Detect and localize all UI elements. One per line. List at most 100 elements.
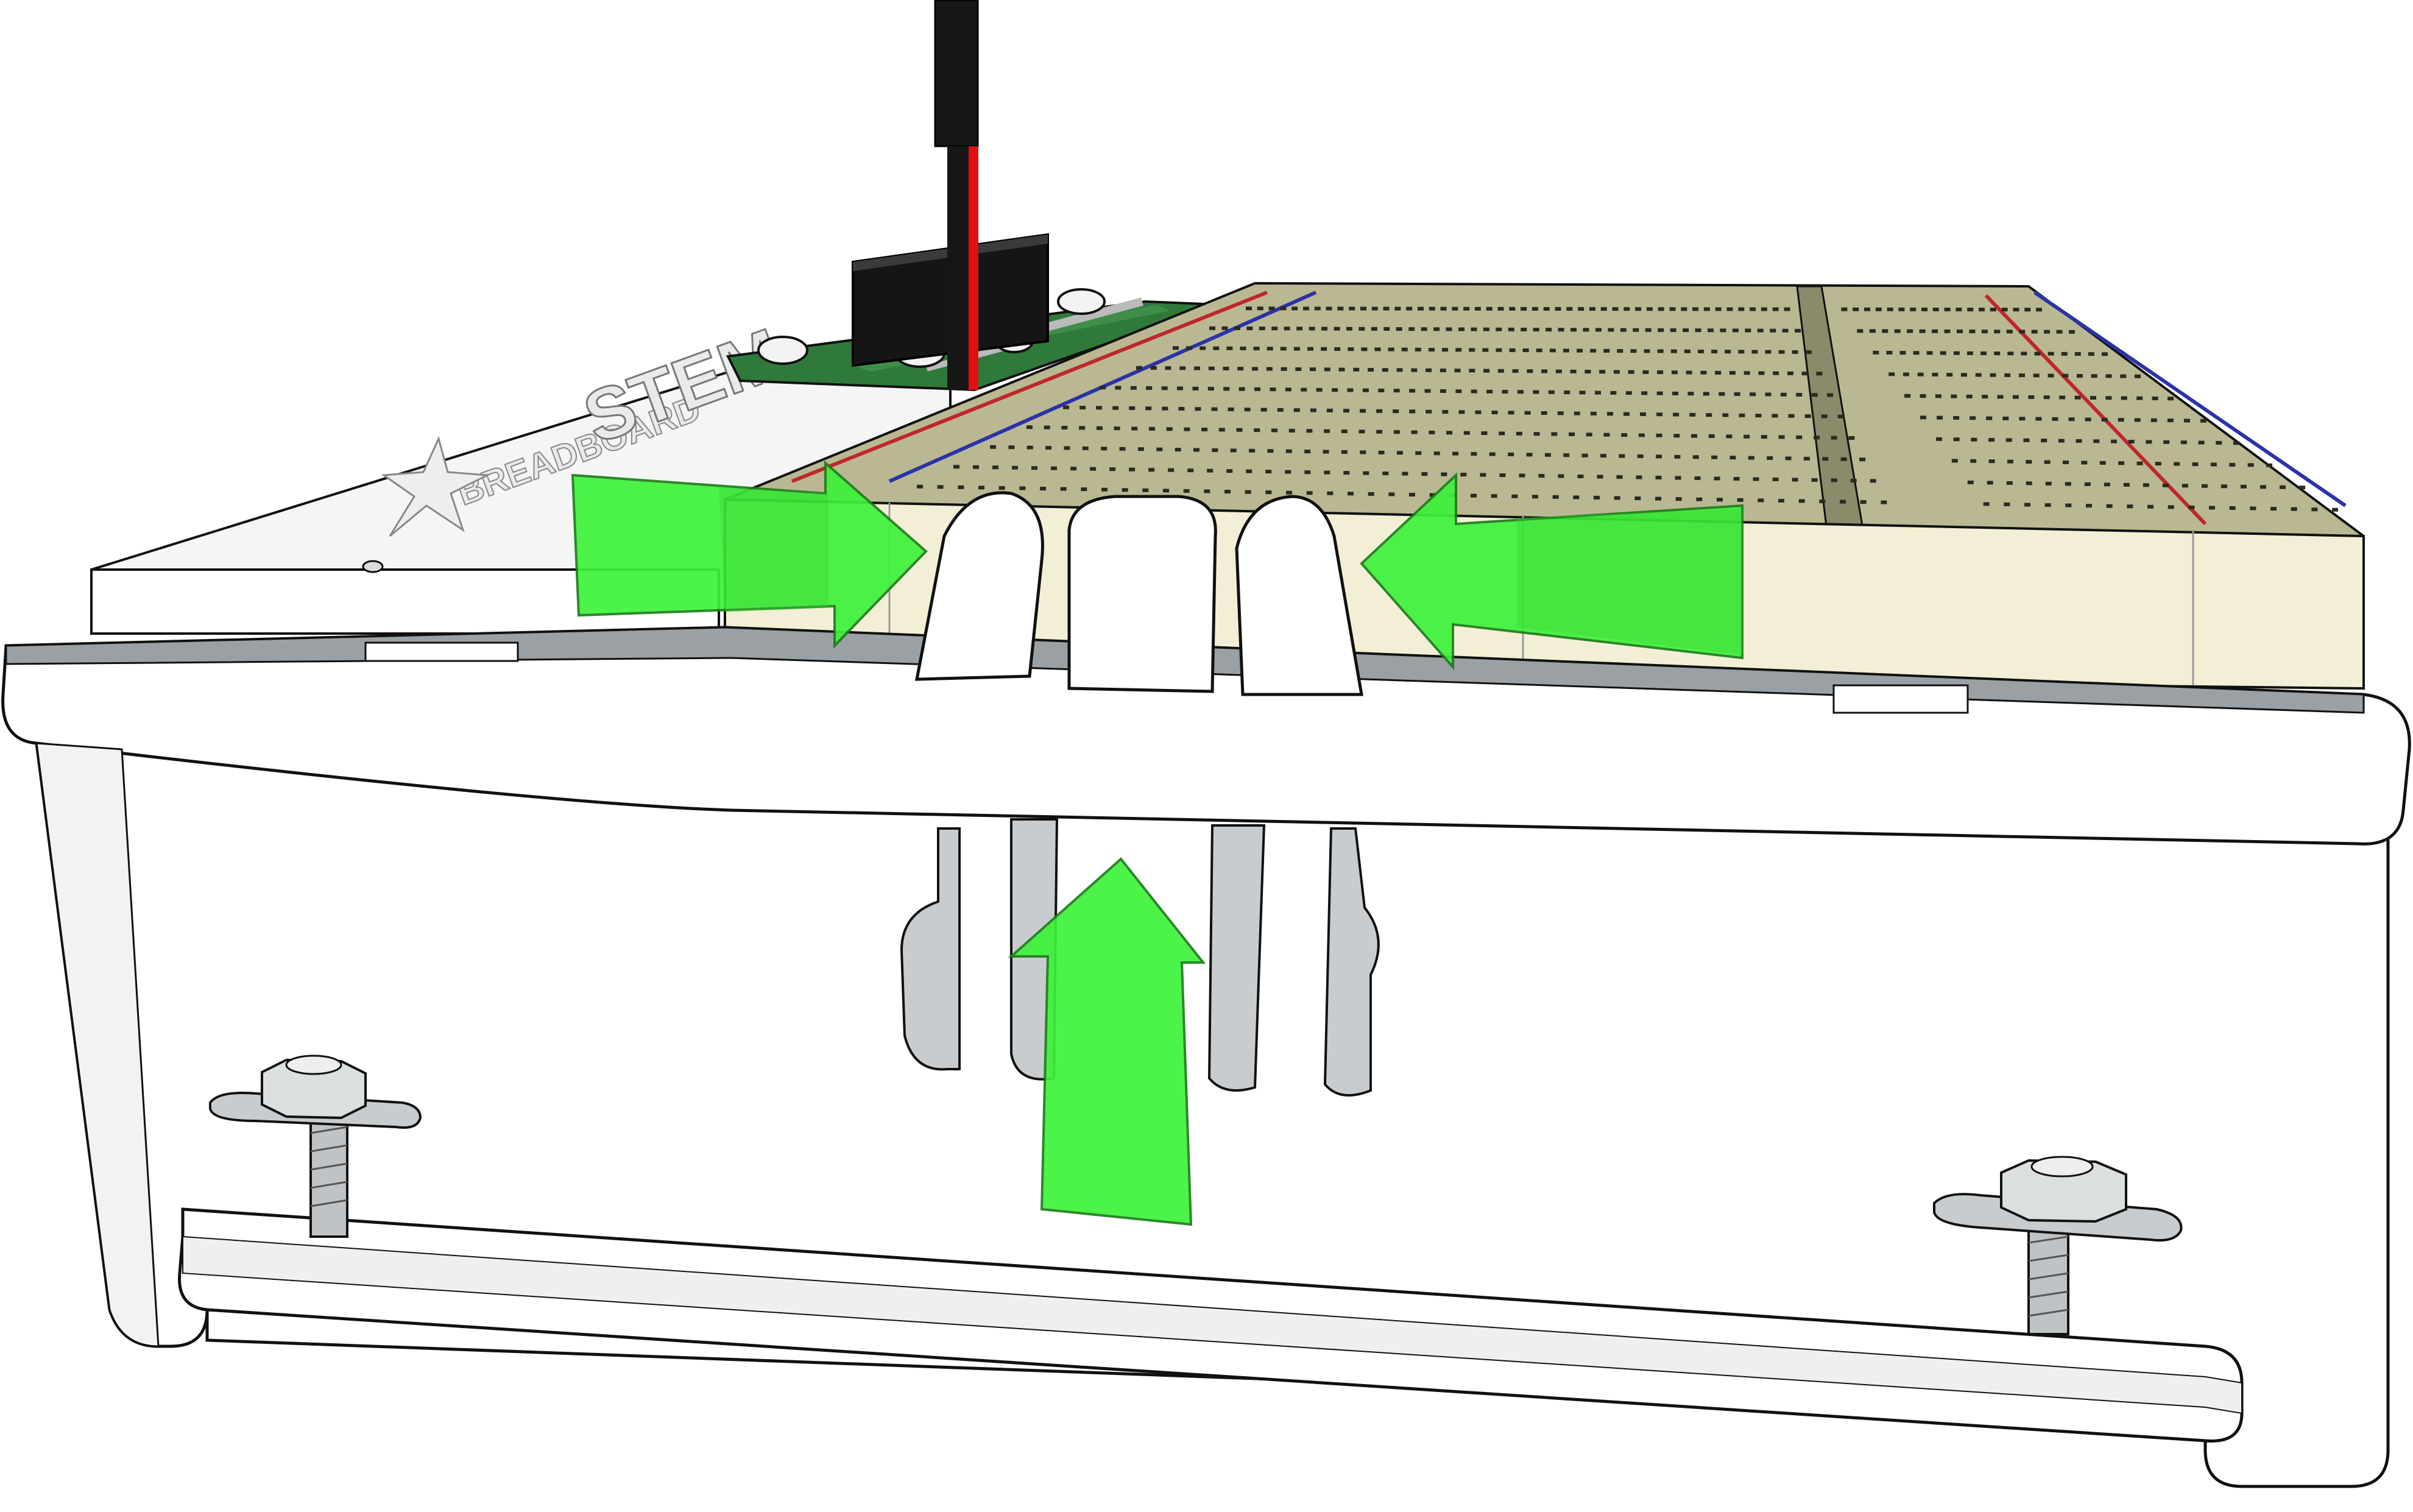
breadboard-hole [1714,476,1720,481]
breadboard-hole [1753,477,1759,481]
breadboard-hole [1236,428,1243,432]
breadboard-hole [1944,329,1951,333]
breadboard-hole [1237,367,1244,371]
breadboard-hole [1796,435,1803,439]
breadboard-hole [1917,372,1924,376]
breadboard-hole [1953,351,1960,355]
breadboard-hole [1343,471,1350,475]
breadboard-hole [1402,472,1408,476]
breadboard-hole [978,486,984,490]
breadboard-hole [1521,306,1527,311]
breadboard-hole [1778,435,1785,439]
breadboard-hole [1249,448,1256,453]
breadboard-hole [1341,450,1348,454]
breadboard-hole [1873,350,1879,355]
breadboard-hole [1296,327,1303,331]
breadboard-hole [2099,461,2106,465]
breadboard-hole [1499,431,1505,436]
breadboard-hole [2047,352,2054,356]
breadboard-hole [1393,389,1400,393]
breadboard-hole [1983,502,1990,506]
breadboard-hole [1875,307,1882,311]
breadboard-hole [1440,369,1446,373]
breadboard-hole [1986,416,1993,420]
breadboard-hole [2174,462,2180,466]
breadboard-hole [2059,395,2066,400]
breadboard-hole [1633,328,1639,332]
breadboard-hole [1881,500,1887,504]
breadboard-hole [1603,348,1610,353]
breadboard-hole [1177,386,1184,390]
breadboard-hole [1516,431,1522,436]
breadboard-hole [1497,306,1504,311]
breadboard-hole [1634,496,1641,501]
breadboard-hole [1610,390,1617,395]
breadboard-hole [1782,328,1789,333]
breadboard-hole [1178,406,1185,411]
breadboard-hole [1669,307,1676,311]
breadboard-hole [1635,307,1642,311]
breadboard-hole [1361,347,1368,352]
breadboard-hole [1150,366,1157,370]
breadboard-hole [1902,372,1909,376]
breadboard-hole [1772,414,1778,418]
breadboard-hole [1630,349,1637,353]
breadboard-hole [1429,430,1435,434]
breadboard-hole [1533,328,1539,332]
breadboard-hole [1406,306,1413,311]
breadboard-hole [1670,328,1676,332]
breadboard-hole [1675,476,1681,480]
breadboard-hole [1081,487,1087,492]
breadboard-hole [1341,429,1348,434]
breadboard-hole [1725,350,1731,354]
breadboard-hole [2044,460,2051,464]
breadboard-hole [2068,417,2075,422]
breadboard-hole [1527,369,1533,373]
breadboard-hole [1226,346,1233,350]
breadboard-hole [1926,351,1933,355]
breadboard-hole [1997,395,2004,399]
breadboard-hole [1606,412,1613,416]
breadboard-hole [2240,484,2247,489]
breadboard-hole [1577,348,1583,353]
breadboard-hole [1270,387,1276,392]
breadboard-hole [1442,410,1449,414]
breadboard-hole [1348,347,1354,352]
breadboard-hole [2065,482,2071,486]
breadboard-hole [2118,418,2124,422]
breadboard-hole [1244,408,1251,412]
breadboard-hole [2086,504,2092,508]
breadboard-hole [1496,327,1502,331]
breadboard-hole [1577,475,1584,479]
breadboard-hole [1327,491,1334,495]
breadboard-hole [1821,414,1828,419]
breadboard-hole [2044,330,2051,334]
breadboard-hole [1324,470,1330,475]
breadboard-hole [2033,373,2040,378]
breadboard-hole [1131,426,1138,431]
breadboard-hole [1280,347,1287,351]
breadboard-hole [2091,374,2097,378]
breadboard-hole [1100,386,1106,390]
breadboard-hole [2118,461,2125,465]
breadboard-hole [1486,306,1493,311]
breadboard-hole [1519,473,1525,478]
breadboard-hole [2013,308,2019,312]
breadboard-hole [2192,462,2199,467]
breadboard-hole [2201,484,2208,488]
breadboard-hole [1966,351,1973,355]
breadboard-hole [1548,390,1555,394]
breadboard-hole [2081,461,2088,465]
breadboard-hole [1396,451,1403,455]
breadboard-hole [2188,505,2195,509]
breadboard-hole [1517,390,1524,394]
breadboard-hole [2074,395,2081,400]
breadboard-hole [1455,348,1462,352]
breadboard-hole [1112,406,1119,410]
breadboard-hole [1511,494,1518,498]
breadboard-hole [1899,351,1906,355]
breadboard-hole [1316,387,1323,392]
breadboard-hole [2123,482,2130,487]
breadboard-hole [1254,387,1261,391]
breadboard-hole [1268,306,1275,311]
